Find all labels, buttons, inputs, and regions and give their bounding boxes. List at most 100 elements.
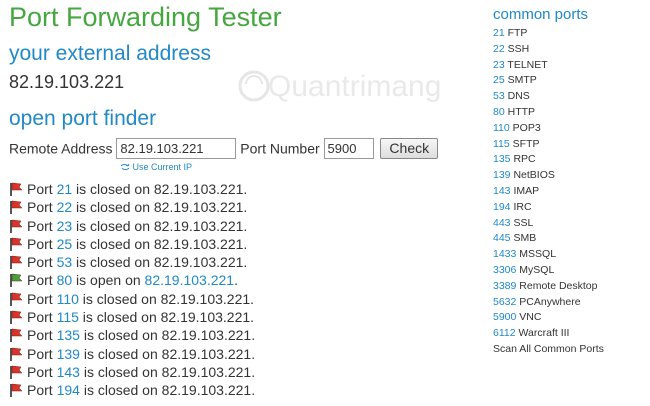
result-port-link[interactable]: 25 (57, 236, 73, 252)
result-port-link[interactable]: 53 (57, 254, 73, 270)
result-port-link[interactable]: 115 (57, 309, 79, 325)
use-current-ip-link[interactable]: Use Current IP (120, 162, 192, 172)
result-ip[interactable]: 82.19.103.221 (145, 272, 235, 288)
scan-all-link[interactable]: Scan All Common Ports (493, 342, 604, 358)
common-port-name: POP3 (509, 121, 541, 134)
red-flag-icon (10, 347, 23, 361)
result-port-link[interactable]: 143 (57, 364, 80, 380)
common-port-item[interactable]: 53 DNS (493, 89, 604, 105)
green-flag-icon (10, 274, 23, 288)
common-port-item[interactable]: 80 HTTP (493, 105, 604, 121)
remote-address-label: Remote Address (9, 140, 113, 157)
common-port-number[interactable]: 25 (493, 74, 505, 86)
result-port-link[interactable]: 110 (57, 291, 79, 307)
result-row: Port 53 is closed on 82.19.103.221. (9, 253, 255, 271)
common-port-number[interactable]: 1433 (493, 248, 516, 260)
result-port-link[interactable]: 80 (57, 272, 73, 288)
common-port-number[interactable]: 5900 (493, 311, 516, 323)
result-end: . (250, 290, 255, 307)
result-port-link[interactable]: 21 (57, 181, 73, 197)
result-end: . (243, 199, 248, 216)
result-status: is closed on (72, 199, 154, 216)
result-end: . (250, 309, 255, 326)
common-port-number[interactable]: 143 (493, 185, 511, 197)
result-end: . (251, 327, 256, 344)
result-row: Port 139 is closed on 82.19.103.221. (9, 345, 255, 363)
result-ip: 82.19.103.221 (160, 290, 251, 307)
common-port-number[interactable]: 80 (493, 106, 505, 118)
common-port-item[interactable]: 25 SMTP (493, 73, 604, 89)
result-status: is closed on (72, 235, 154, 252)
external-address-heading: your external address (9, 42, 211, 65)
result-end: . (243, 181, 248, 197)
common-port-number[interactable]: 135 (493, 153, 511, 165)
common-port-number[interactable]: 443 (493, 217, 511, 229)
common-port-item[interactable]: 5900 VNC (493, 310, 604, 326)
result-prefix: Port (27, 382, 57, 399)
common-ports-sidebar: common ports 21 FTP 22 SSH 23 TELNET 25 SMT… (493, 6, 604, 358)
common-port-item[interactable]: 6112 Warcraft III (493, 326, 604, 342)
result-prefix: Port (27, 254, 57, 271)
common-port-number[interactable]: 23 (493, 59, 505, 71)
common-port-item[interactable]: 1433 MSSQL (493, 247, 604, 263)
refresh-icon (120, 163, 130, 171)
common-port-number[interactable]: 21 (493, 27, 505, 39)
common-port-item[interactable]: 139 NetBIOS (493, 168, 604, 184)
common-ports-list: 21 FTP 22 SSH 23 TELNET 25 SMTP 53 DNS 80 HTT… (493, 26, 604, 342)
result-ip: 82.19.103.221 (161, 382, 252, 399)
result-end: . (243, 235, 248, 252)
common-port-number[interactable]: 5632 (493, 296, 516, 308)
common-port-number[interactable]: 110 (493, 122, 510, 134)
common-port-item[interactable]: 22 SSH (493, 42, 604, 58)
common-port-item[interactable]: 115 SFTP (493, 137, 604, 153)
common-port-number[interactable]: 6112 (493, 327, 516, 339)
result-port-link[interactable]: 194 (57, 382, 80, 398)
common-port-item[interactable]: 3306 MySQL (493, 263, 604, 279)
common-port-number[interactable]: 194 (493, 201, 511, 213)
red-flag-icon (10, 182, 23, 196)
common-port-number[interactable]: 139 (493, 169, 511, 181)
common-port-item[interactable]: 21 FTP (493, 26, 604, 42)
result-ip: 82.19.103.221 (160, 309, 251, 326)
red-flag-icon (10, 237, 23, 251)
result-prefix: Port (27, 363, 57, 380)
result-end: . (251, 382, 256, 399)
common-port-item[interactable]: 110 POP3 (493, 121, 604, 137)
common-port-item[interactable]: 5632 PCAnywhere (493, 295, 604, 311)
common-port-item[interactable]: 135 RPC (493, 152, 604, 168)
result-port-link[interactable]: 22 (57, 199, 73, 215)
result-prefix: Port (27, 272, 57, 289)
common-port-item[interactable]: 445 SMB (493, 231, 604, 247)
common-port-number[interactable]: 53 (493, 90, 505, 102)
result-prefix: Port (27, 327, 57, 344)
red-flag-icon (10, 310, 23, 325)
result-end: . (234, 272, 238, 289)
common-port-item[interactable]: 194 IRC (493, 200, 604, 216)
common-port-number[interactable]: 445 (493, 232, 511, 244)
result-row: Port 110 is closed on 82.19.103.221. (9, 290, 255, 308)
common-port-number[interactable]: 22 (493, 43, 505, 55)
remote-address-input[interactable]: 82.19.103.221 (116, 138, 237, 159)
result-row: Port 115 is closed on 82.19.103.221. (9, 308, 255, 326)
result-ip: 82.19.103.221 (153, 199, 244, 216)
common-port-item[interactable]: 443 SSL (493, 216, 604, 232)
result-end: . (243, 217, 248, 234)
common-port-item[interactable]: 23 TELNET (493, 58, 604, 74)
open-port-finder-heading: open port finder (9, 107, 157, 130)
result-ip: 82.19.103.221 (161, 345, 252, 362)
common-port-item[interactable]: 3389 Remote Desktop (493, 279, 604, 295)
common-port-number[interactable]: 115 (493, 138, 510, 150)
result-port-link[interactable]: 139 (57, 346, 80, 362)
common-port-name: IRC (510, 200, 532, 213)
common-port-name: SFTP (509, 137, 540, 150)
port-number-input[interactable]: 5900 (323, 138, 374, 159)
result-prefix: Port (27, 199, 57, 216)
common-port-item[interactable]: 143 IMAP (493, 184, 604, 200)
common-port-number[interactable]: 3306 (493, 264, 516, 276)
result-port-link[interactable]: 135 (57, 327, 80, 343)
common-port-number[interactable]: 3389 (493, 280, 516, 292)
result-ip: 82.19.103.221 (153, 217, 244, 234)
result-port-link[interactable]: 23 (57, 218, 73, 234)
check-button[interactable]: Check (380, 138, 439, 159)
use-current-ip-label[interactable]: Use Current IP (133, 162, 193, 172)
